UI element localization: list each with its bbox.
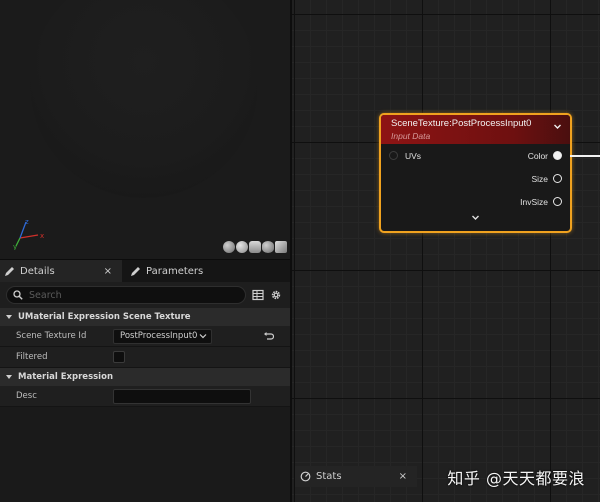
search-box [6,286,246,304]
details-tabbar: Details × Parameters [0,260,290,282]
custom-mesh-preview-button[interactable] [275,241,287,253]
chevron-down-icon [199,334,207,339]
section-material-expression[interactable]: Material Expression [0,368,290,386]
property-label: Filtered [16,352,48,362]
property-filtered: Filtered [0,347,290,368]
scene-texture-id-dropdown[interactable]: PostProcessInput0 [113,328,212,344]
section-title: Material Expression [18,372,113,382]
pencil-icon [5,266,14,276]
desc-text-field[interactable] [113,388,251,404]
property-label: Desc [16,391,37,401]
reset-to-default-icon[interactable] [263,331,274,341]
details-search-row [0,282,290,308]
search-icon [13,290,23,300]
svg-text:x: x [40,232,44,240]
output-pin-size[interactable] [553,174,562,183]
connection-wire [570,155,600,157]
output-pin-invsize[interactable] [553,197,562,206]
chevron-down-icon[interactable] [553,122,562,131]
details-panel: Details × Parameters Search UMaterial Ex… [0,259,290,502]
output-pin-label: Size [531,173,548,184]
property-scene-texture-id: Scene Texture Id PostProcessInput0 [0,326,290,347]
input-pin-uvs[interactable] [389,151,398,160]
close-icon[interactable]: × [104,266,112,277]
pin-row-size: Size [381,167,570,190]
pencil-icon [131,266,140,276]
chevron-down-icon [6,315,12,319]
property-desc: Desc [0,386,290,407]
cylinder-preview-button[interactable] [223,241,235,253]
watermark: 知乎 @天天都要浪 [447,469,585,488]
node-title: SceneTexture:PostProcessInput0 [391,118,532,129]
tab-stats-label: Stats [316,471,342,482]
gear-icon[interactable] [270,289,282,301]
section-title: UMaterial Expression Scene Texture [18,312,191,322]
cube-preview-button[interactable] [262,241,274,253]
pin-row-invsize: InvSize [381,190,570,213]
node-expand-toggle[interactable] [381,213,570,229]
input-pin-label: UVs [405,150,422,161]
sphere-preview-button[interactable] [236,241,248,253]
tab-details-label: Details [20,265,55,277]
property-label: Scene Texture Id [16,331,87,341]
tab-parameters[interactable]: Parameters [122,260,207,282]
search-input[interactable] [29,289,219,301]
chevron-down-icon [472,215,479,220]
output-pin-label: InvSize [520,196,548,207]
node-header[interactable]: SceneTexture:PostProcessInput0 Input Dat… [381,115,570,144]
output-pin-color[interactable] [553,151,562,160]
node-subtitle: Input Data [391,131,431,141]
pin-row-uvs-color: UVs Color [381,144,570,167]
axis-gizmo: x z y [13,218,44,250]
tab-details[interactable]: Details × [0,260,122,282]
tab-stats[interactable]: Stats × [295,466,417,487]
material-preview-viewport[interactable]: x z y [0,0,290,259]
material-graph-canvas[interactable]: SceneTexture:PostProcessInput0 Input Dat… [290,0,600,502]
stats-icon [300,471,311,482]
plane-preview-button[interactable] [249,241,261,253]
dropdown-value: PostProcessInput0 [120,331,198,341]
svg-text:z: z [25,218,29,226]
section-scene-texture[interactable]: UMaterial Expression Scene Texture [0,308,290,326]
chevron-down-icon [6,375,12,379]
filtered-checkbox[interactable] [113,351,125,363]
preview-sphere [30,0,258,198]
svg-text:y: y [13,243,17,250]
close-icon[interactable]: × [399,471,407,482]
scene-texture-node[interactable]: SceneTexture:PostProcessInput0 Input Dat… [379,113,572,233]
preview-shape-toolbar [223,241,287,253]
table-view-icon[interactable] [252,289,264,301]
output-pin-label: Color [527,150,548,161]
tab-parameters-label: Parameters [146,265,204,277]
